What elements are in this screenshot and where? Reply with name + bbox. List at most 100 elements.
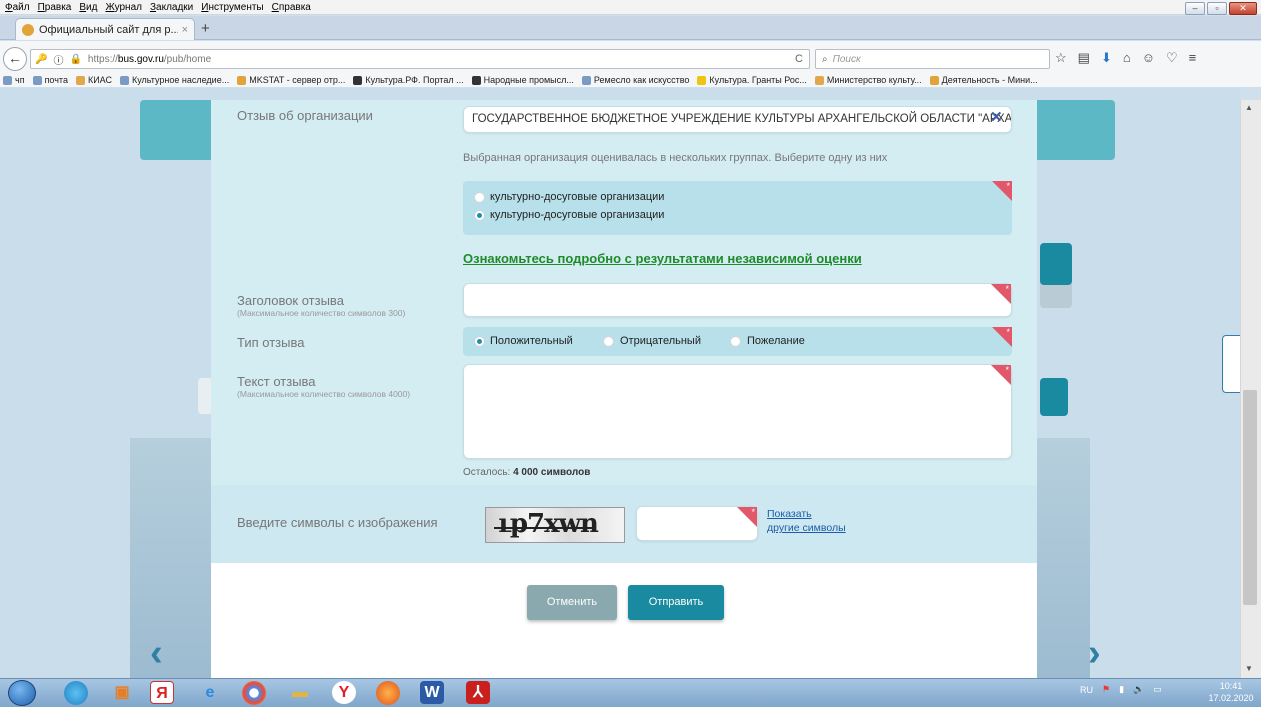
bookmark-label: Культура. Гранты Рос... [709,75,807,85]
remaining-prefix: Осталось: [463,467,511,478]
browser-tab[interactable]: Официальный сайт для р... × [15,18,195,40]
tab-close-icon[interactable]: × [182,24,188,36]
carousel-prev-icon[interactable]: ‹ [150,632,163,675]
word-icon[interactable]: W [420,681,444,704]
bookmark-item[interactable]: Деятельность - Мини... [929,75,1038,85]
type-option-positive[interactable]: Положительный [490,335,573,347]
reload-icon[interactable]: C [795,53,803,65]
bookmark-item[interactable]: почта [32,75,68,85]
media-icon[interactable]: ▣ [108,681,136,704]
clock[interactable]: 10:41 17.02.2020 [1207,680,1255,704]
refresh-captcha-line-2[interactable]: другие символы [767,521,846,535]
bookmark-item[interactable]: Культурное наследие... [120,75,229,85]
bookmark-item[interactable]: Культура. Гранты Рос... [697,75,807,85]
ie-icon[interactable]: e [196,681,224,704]
cancel-button[interactable]: Отменить [527,585,617,620]
power-icon[interactable]: ▭ [1153,684,1162,695]
menu-edit[interactable]: Правка [38,2,72,13]
refresh-captcha-link[interactable]: Показать другие символы [767,507,846,535]
refresh-captcha-line-1[interactable]: Показать [767,507,846,521]
url-path: /pub/home [163,53,212,65]
scroll-up-icon[interactable]: ▲ [1245,103,1253,112]
bookmark-icon [471,75,481,85]
clear-org-icon[interactable]: ✕ [990,108,1010,128]
type-option-negative[interactable]: Отрицательный [620,335,701,347]
pdf-icon[interactable]: ⅄ [466,681,490,704]
url-bar[interactable]: 🔑 ⓘ 🔒 https:// bus.gov.ru /pub/home C [30,49,810,69]
menu-bookmarks[interactable]: Закладки [150,2,193,13]
title-input[interactable] [463,283,1012,317]
captcha-noise [494,527,594,529]
carousel-next-icon[interactable]: › [1088,632,1101,675]
scroll-down-icon[interactable]: ▼ [1245,664,1253,673]
org-label: Отзыв об организации [237,108,373,123]
captcha-image: ւp7xwn [485,507,625,543]
side-widget-icon[interactable] [1222,335,1241,393]
maximize-button[interactable]: ▫ [1207,2,1227,15]
results-link[interactable]: Ознакомьтесь подробно с результатами нез… [463,251,862,266]
folder-icon[interactable]: ▬ [286,681,314,704]
reading-list-icon[interactable]: ▤ [1078,50,1090,66]
download-icon[interactable]: ⬇ [1101,50,1112,66]
back-button[interactable]: ← [3,47,27,71]
org-input[interactable]: ГОСУДАРСТВЕННОЕ БЮДЖЕТНОЕ УЧРЕЖДЕНИЕ КУЛ… [463,106,1012,133]
info-icon[interactable]: ⓘ [53,52,63,67]
minimize-button[interactable]: – [1185,2,1205,15]
type-radio-negative[interactable] [603,336,614,347]
start-button[interactable] [8,680,36,706]
type-radio-positive[interactable] [474,336,485,347]
menu-help[interactable]: Справка [272,2,311,13]
group-option-2[interactable]: культурно-досуговые организации [490,209,664,221]
bookmark-item[interactable]: Ремесло как искусство [581,75,689,85]
bookmark-label: КИАС [87,75,112,85]
language-indicator[interactable]: RU [1080,685,1093,695]
bookmark-label: Народные промысл... [483,75,574,85]
star-icon[interactable]: ☆ [1055,50,1067,66]
text-label: Текст отзыва [237,374,316,389]
bookmark-item[interactable]: Народные промысл... [471,75,574,85]
type-radio-wish[interactable] [730,336,741,347]
type-option-wish[interactable]: Пожелание [747,335,805,347]
chat-icon[interactable]: ☺ [1142,50,1155,66]
submit-button[interactable]: Отправить [628,585,724,620]
menu-view[interactable]: Вид [79,2,97,13]
clock-date: 17.02.2020 [1208,693,1254,703]
captcha-input[interactable] [636,506,758,541]
firefox-icon[interactable] [376,681,400,705]
pocket-icon[interactable]: ♡ [1166,50,1178,66]
group-radio-2[interactable] [474,210,485,221]
group-select-box [463,181,1012,235]
window-controls: – ▫ ✕ [1185,2,1257,15]
required-marker [991,284,1011,304]
lock-icon: 🔒 [69,53,82,65]
key-icon[interactable]: 🔑 [35,54,47,65]
bg-button [1040,378,1068,416]
group-radio-1[interactable] [474,192,485,203]
menu-file[interactable]: Файл [5,2,30,13]
review-text-area[interactable] [463,364,1012,459]
chrome-icon[interactable] [242,681,266,705]
bookmark-item[interactable]: чп [3,75,25,85]
flag-icon[interactable]: ⚑ [1102,684,1110,695]
menu-history[interactable]: Журнал [105,2,142,13]
close-button[interactable]: ✕ [1229,2,1257,15]
menu-tools[interactable]: Инструменты [201,2,263,13]
home-icon[interactable]: ⌂ [1123,50,1131,66]
bookmark-item[interactable]: КИАС [75,75,112,85]
bookmark-item[interactable]: MKSTAT - сервер отр... [237,75,345,85]
bookmark-item[interactable]: Культура.РФ. Портал ... [353,75,464,85]
group-option-1[interactable]: культурно-досуговые организации [490,191,664,203]
app-icon[interactable] [64,681,88,705]
yandex-browser-icon[interactable]: Y [332,681,356,704]
scrollbar-thumb[interactable] [1243,390,1257,605]
bookmark-item[interactable]: Министерство культу... [814,75,922,85]
text-hint: (Максимальное количество символов 4000) [237,389,411,399]
new-tab-icon[interactable]: + [201,20,210,37]
menu-icon[interactable]: ≡ [1189,50,1197,66]
mail-icon [32,75,42,85]
network-icon[interactable]: ▮ [1119,684,1124,695]
tab-title: Официальный сайт для р... [39,23,178,36]
volume-icon[interactable]: 🔈 [1133,684,1144,695]
yandex-icon[interactable]: Я [150,681,174,704]
search-input[interactable]: ⌕ Поиск [815,49,1050,69]
